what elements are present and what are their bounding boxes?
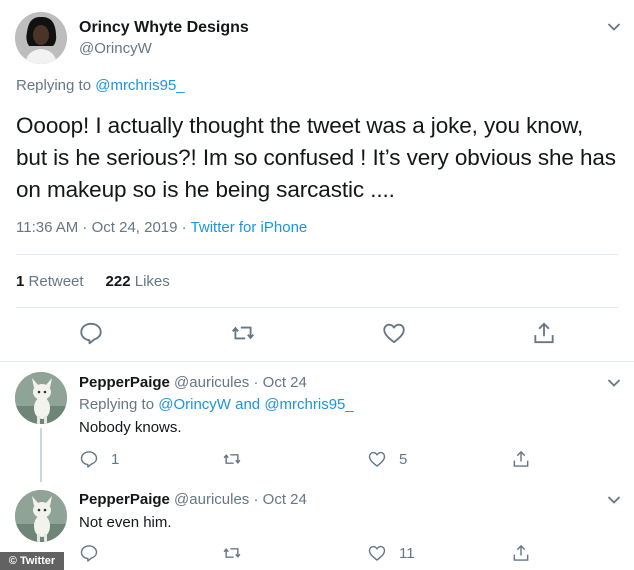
retweet-icon[interactable] xyxy=(230,320,256,346)
retweet-action[interactable] xyxy=(222,448,254,470)
like-action[interactable]: 11 xyxy=(367,542,415,564)
reply-action[interactable]: 1 xyxy=(79,448,119,470)
retweet-icon xyxy=(223,548,241,558)
like-icon[interactable] xyxy=(381,320,407,346)
retweet-stat[interactable]: 1 Retweet xyxy=(16,273,84,290)
avatar[interactable] xyxy=(15,372,67,424)
share-icon[interactable] xyxy=(531,320,557,346)
date[interactable]: · Oct 24 xyxy=(253,491,306,508)
mention-link[interactable]: @mrchris95_ xyxy=(95,77,184,94)
share-icon xyxy=(513,450,529,467)
avatar[interactable] xyxy=(15,12,67,64)
source-link[interactable]: Twitter for iPhone xyxy=(191,219,308,236)
likes-stat[interactable]: 222 Likes xyxy=(106,273,170,290)
retweet-action[interactable] xyxy=(222,542,254,564)
reply-icon xyxy=(80,545,98,562)
reply-action[interactable] xyxy=(79,542,111,564)
replying-to: Replying to @mrchris95_ xyxy=(16,77,185,94)
reply-tweet[interactable]: PepperPaige @auricules · Oct 24 Replying… xyxy=(0,362,634,482)
chevron-down-icon[interactable] xyxy=(607,378,621,388)
retweet-count: 1 xyxy=(16,273,25,290)
like-count: 222 xyxy=(105,273,131,290)
reply-count: 1 xyxy=(111,450,120,468)
meta-separator: · xyxy=(177,219,191,236)
share-icon xyxy=(513,544,529,561)
share-action[interactable] xyxy=(511,448,531,470)
reply-header: PepperPaige @auricules · Oct 24 xyxy=(79,374,307,391)
like-action[interactable]: 5 xyxy=(367,448,407,470)
handle[interactable]: @auricules xyxy=(174,374,249,391)
display-name[interactable]: PepperPaige xyxy=(79,374,170,391)
tweet-meta: 11:36 AM · Oct 24, 2019 · Twitter for iP… xyxy=(16,219,307,236)
chevron-down-icon[interactable] xyxy=(607,495,621,505)
reply-text: Nobody knows. xyxy=(79,419,182,436)
handle[interactable]: @OrincyW xyxy=(79,40,152,57)
watermark: © Twitter xyxy=(0,552,64,570)
reply-text: Not even him. xyxy=(79,514,172,531)
divider xyxy=(16,307,618,308)
retweet-label: Retweet xyxy=(28,273,84,290)
tweet-stats: 1 Retweet 222 Likes xyxy=(16,273,170,290)
reply-header: PepperPaige @auricules · Oct 24 xyxy=(79,491,307,508)
like-count: 11 xyxy=(399,544,415,562)
and-label: and xyxy=(235,396,261,413)
display-name[interactable]: PepperPaige xyxy=(79,491,170,508)
replying-label: Replying to xyxy=(79,396,155,413)
reply-tweet[interactable]: PepperPaige @auricules · Oct 24 Not even… xyxy=(0,482,634,570)
display-name[interactable]: Orincy Whyte Designs xyxy=(79,19,249,37)
reply-icon[interactable] xyxy=(78,320,104,346)
avatar[interactable] xyxy=(15,490,67,542)
like-icon xyxy=(368,451,386,467)
likes-label: Likes xyxy=(134,273,170,290)
tweet-text: Oooop! I actually thought the tweet was … xyxy=(16,113,616,202)
chevron-down-icon[interactable] xyxy=(607,22,621,32)
share-action[interactable] xyxy=(511,542,531,564)
mention-link[interactable]: @OrincyW xyxy=(158,396,231,413)
retweet-icon xyxy=(223,454,241,464)
thread-line xyxy=(40,428,42,482)
handle[interactable]: @auricules xyxy=(174,491,249,508)
replying-to: Replying to @OrincyW and @mrchris95_ xyxy=(79,396,354,413)
date[interactable]: · Oct 24 xyxy=(253,374,306,391)
like-count: 5 xyxy=(399,450,408,468)
main-tweet: Orincy Whyte Designs @OrincyW Replying t… xyxy=(0,0,634,362)
mention-link[interactable]: @mrchris95_ xyxy=(264,396,353,413)
like-icon xyxy=(368,545,386,561)
timestamp[interactable]: 11:36 AM · Oct 24, 2019 xyxy=(16,219,177,236)
divider xyxy=(16,254,618,255)
reply-icon xyxy=(80,451,98,468)
replying-label: Replying to xyxy=(16,77,92,94)
